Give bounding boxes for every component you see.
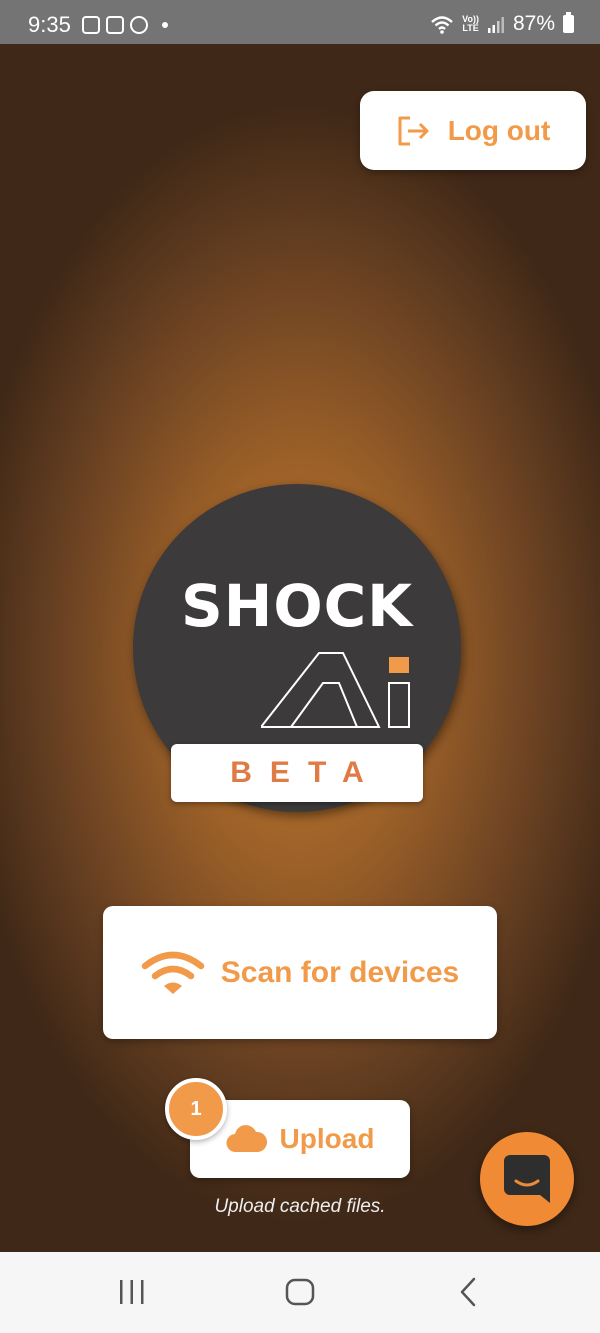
messenger-icon xyxy=(130,16,148,34)
logout-button[interactable]: Log out xyxy=(360,91,586,170)
app-content: Log out SHOCK BETA Scan for devices Uplo… xyxy=(0,44,600,1252)
notification-icons xyxy=(82,16,168,34)
upload-count-badge: 1 xyxy=(165,1078,227,1140)
wifi-icon xyxy=(141,951,205,994)
scan-for-devices-button[interactable]: Scan for devices xyxy=(103,906,497,1039)
scan-label: Scan for devices xyxy=(220,955,460,989)
battery-icon xyxy=(563,12,574,33)
beta-label: BETA xyxy=(230,756,382,789)
status-bar: 9:35 Vo)) LTE 87% xyxy=(0,0,600,44)
logo-ai-mark xyxy=(261,652,410,728)
home-icon[interactable] xyxy=(284,1274,316,1310)
gallery-icon xyxy=(82,16,100,34)
logout-icon xyxy=(398,116,429,145)
battery-percentage: 87% xyxy=(512,12,555,35)
wifi-signal-icon xyxy=(431,16,453,34)
logout-label: Log out xyxy=(447,114,551,146)
upload-label: Upload xyxy=(279,1123,375,1154)
recent-apps-icon[interactable] xyxy=(118,1274,146,1310)
status-indicators: Vo)) LTE 87% xyxy=(430,12,574,36)
navigation-bar xyxy=(0,1252,600,1333)
volte-indicator: Vo)) LTE xyxy=(462,15,479,33)
back-icon[interactable] xyxy=(454,1274,482,1310)
message-icon xyxy=(106,16,124,34)
volte-line-2: LTE xyxy=(462,23,479,33)
chat-icon xyxy=(504,1155,550,1203)
chat-button[interactable] xyxy=(480,1132,574,1226)
more-notifications-icon xyxy=(162,22,168,28)
shock-ai-logo: SHOCK BETA xyxy=(133,484,463,814)
beta-badge: BETA xyxy=(171,744,423,802)
cloud-icon xyxy=(226,1125,267,1153)
cell-signal-icon xyxy=(487,17,504,33)
logo-brand-text: SHOCK xyxy=(181,572,414,640)
status-time: 9:35 xyxy=(28,12,71,37)
